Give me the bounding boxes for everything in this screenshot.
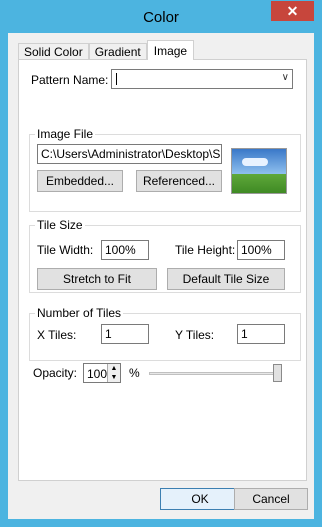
default-tile-size-button[interactable]: Default Tile Size [167,268,285,290]
image-path-field[interactable]: C:\Users\Administrator\Desktop\Spring [37,144,222,164]
tile-size-group-title: Tile Size [35,218,85,232]
ok-button[interactable]: OK [160,488,240,510]
preview-cloud [242,158,268,166]
tab-solid-color[interactable]: Solid Color [18,43,89,60]
tile-height-field[interactable]: 100% [237,240,285,260]
opacity-label: Opacity: [33,366,78,380]
number-of-tiles-group-title: Number of Tiles [35,306,124,320]
stretch-to-fit-button[interactable]: Stretch to Fit [37,268,157,290]
image-preview-thumbnail [231,148,287,194]
tab-gradient[interactable]: Gradient [88,43,147,60]
close-icon: ✕ [286,2,299,19]
opacity-slider-track[interactable] [149,372,281,375]
y-tiles-label: Y Tiles: [175,328,215,342]
opacity-spinbox[interactable]: 100 ▲ ▼ [83,363,121,383]
referenced-button[interactable]: Referenced... [136,170,222,192]
spin-down-arrow-icon[interactable]: ▼ [107,373,120,382]
preview-grass [232,173,286,193]
pattern-name-combobox[interactable]: ∨ [111,69,293,89]
image-file-group-title: Image File [35,127,96,141]
y-tiles-field[interactable]: 1 [237,324,285,344]
color-dialog-window: Color ✕ Solid Color Gradient Image Patte… [0,0,322,527]
image-tab-panel: Pattern Name: ∨ Image File C:\Users\Admi… [18,59,307,481]
opacity-value: 100 [87,367,108,381]
tile-width-label: Tile Width: [37,243,94,257]
cancel-button[interactable]: Cancel [234,488,308,510]
tab-label: Gradient [94,45,141,59]
chevron-down-icon[interactable]: ∨ [282,72,289,83]
window-title: Color [143,9,179,26]
opacity-slider-thumb[interactable] [273,364,282,382]
tab-image[interactable]: Image [146,40,195,60]
tile-width-field[interactable]: 100% [101,240,149,260]
tab-label: Image [153,43,188,58]
close-button[interactable]: ✕ [271,1,314,21]
opacity-unit-label: % [129,366,140,380]
text-caret [116,73,117,85]
tab-label: Solid Color [24,45,83,59]
tile-height-label: Tile Height: [175,243,236,257]
x-tiles-field[interactable]: 1 [101,324,149,344]
dialog-client-area: Solid Color Gradient Image Pattern Name:… [8,33,314,519]
x-tiles-label: X Tiles: [37,328,77,342]
embedded-button[interactable]: Embedded... [37,170,123,192]
pattern-name-label: Pattern Name: [31,73,109,87]
tab-strip: Solid Color Gradient Image [18,40,195,60]
